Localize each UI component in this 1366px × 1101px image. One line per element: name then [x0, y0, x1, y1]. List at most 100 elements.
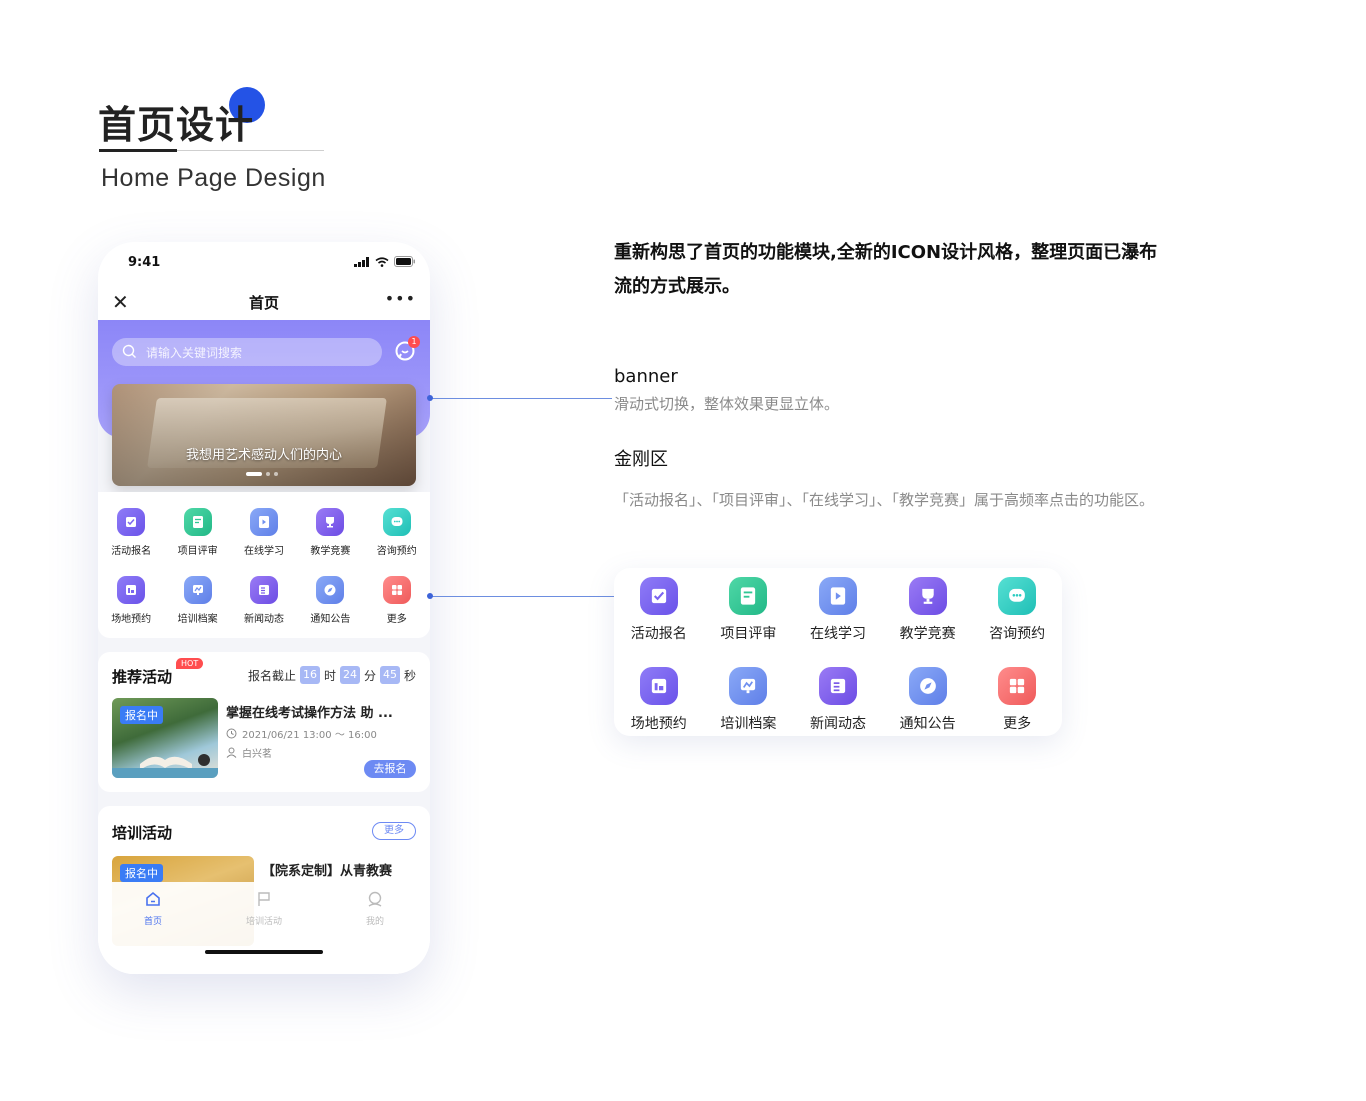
big-item-label: 项目评审 — [720, 626, 777, 642]
status-badge: 报名中 — [120, 706, 163, 724]
big-item-label: 咨询预约 — [989, 626, 1046, 642]
tab-label: 我的 — [365, 917, 384, 927]
grid-item-activity-signup[interactable]: 活动报名 — [98, 508, 164, 557]
banner-dot[interactable] — [266, 472, 270, 476]
grid-row-1: 活动报名 项目评审 在线学习 教学竞赛 咨询预约 — [98, 508, 430, 557]
training-title: 培训活动 — [112, 824, 173, 842]
search-placeholder: 请输入关键词搜索 — [146, 346, 243, 360]
banner-carousel[interactable]: 我想用艺术感动人们的内心 — [112, 384, 416, 486]
big-item-activity-signup[interactable]: 活动报名 — [614, 577, 704, 643]
status-time: 9:41 — [128, 255, 161, 270]
grid-item-venue-booking[interactable]: 场地预约 — [98, 576, 164, 625]
title-divider — [177, 150, 324, 151]
activity-author: 白兴茗 — [226, 745, 272, 760]
big-item-training-archive[interactable]: 培训档案 — [704, 667, 794, 733]
grid-item-label: 培训档案 — [177, 614, 218, 625]
grid-item-news[interactable]: 新闻动态 — [231, 576, 297, 625]
flag-outline-icon — [258, 892, 270, 906]
big-item-more[interactable]: 更多 — [972, 667, 1062, 733]
status-badge: 报名中 — [120, 864, 163, 882]
grid-item-label: 新闻动态 — [243, 614, 284, 625]
big-item-label: 活动报名 — [630, 626, 687, 642]
compass-icon — [316, 576, 345, 604]
big-item-teaching-contest[interactable]: 教学竞赛 — [883, 577, 973, 643]
banner-connector-line — [430, 398, 612, 399]
banner-dot-active[interactable] — [246, 472, 262, 476]
big-item-label: 更多 — [1003, 716, 1032, 732]
grid-item-teaching-contest[interactable]: 教学竞赛 — [297, 508, 363, 557]
grid-item-consult-booking[interactable]: 咨询预约 — [364, 508, 430, 557]
kingkong-grid: 活动报名 项目评审 在线学习 教学竞赛 咨询预约 场地预约 培训档案 新闻动态 … — [98, 492, 430, 638]
grid-row-2: 场地预约 培训档案 新闻动态 通知公告 更多 — [98, 576, 430, 625]
grid-item-label: 在线学习 — [243, 546, 284, 557]
wifi-icon — [375, 256, 389, 267]
big-item-consult-booking[interactable]: 咨询预约 — [972, 577, 1062, 643]
banner-connector-dot — [427, 395, 433, 401]
venue-icon — [639, 667, 678, 705]
more-grid-icon — [382, 576, 411, 604]
grid-item-more[interactable]: 更多 — [364, 576, 430, 625]
nav-title: 首页 — [248, 294, 279, 312]
big-item-notice[interactable]: 通知公告 — [883, 667, 973, 733]
training-item-title[interactable]: 【院系定制】从青教赛 — [262, 860, 392, 879]
title-underline — [99, 149, 177, 152]
search-input[interactable]: 请输入关键词搜索 — [112, 338, 382, 366]
signal-icon — [354, 256, 369, 267]
grid-item-label: 教学竞赛 — [310, 546, 351, 557]
more-icon[interactable]: ••• — [385, 289, 416, 308]
status-icons — [354, 256, 416, 267]
chat-icon — [382, 508, 411, 536]
venue-icon — [117, 576, 146, 604]
activity-thumbnail[interactable]: 报名中 — [112, 698, 218, 778]
big-item-label: 新闻动态 — [809, 716, 866, 732]
page-subtitle: Home Page Design — [101, 164, 326, 192]
grid-connector-dot — [427, 593, 433, 599]
chart-board-icon — [729, 667, 768, 705]
home-icon — [146, 891, 160, 906]
countdown-seconds: 45 — [379, 666, 400, 684]
signup-button[interactable]: 去报名 — [364, 760, 416, 778]
recommend-title: 推荐活动 — [112, 668, 173, 686]
banner-label: banner — [614, 366, 678, 387]
page-title: 首页设计 — [98, 103, 255, 147]
grid-item-notice[interactable]: 通知公告 — [297, 576, 363, 625]
seconds-unit: 秒 — [403, 668, 416, 683]
hours-unit: 时 — [323, 668, 336, 683]
countdown-hours: 16 — [299, 666, 320, 684]
more-button[interactable]: 更多 — [372, 822, 416, 840]
activity-title[interactable]: 掌握在线考试操作方法 助 ... — [226, 702, 414, 721]
document-check-icon — [729, 577, 768, 615]
nav-bar: ✕ 首页 ••• — [98, 286, 430, 320]
grid-item-training-archive[interactable]: 培训档案 — [164, 576, 230, 625]
big-item-label: 培训档案 — [720, 716, 777, 732]
banner-pagination — [246, 472, 278, 476]
big-item-news[interactable]: 新闻动态 — [793, 667, 883, 733]
trophy-icon — [316, 508, 345, 536]
tab-training[interactable]: 培训活动 — [234, 890, 294, 927]
tab-label: 首页 — [143, 917, 162, 927]
phone-mockup: 9:41 ✕ 首页 ••• 请输入关键词搜索 1 我想用艺术感动人们的内心 活动… — [98, 242, 430, 974]
clock-icon — [226, 728, 237, 739]
tab-mine[interactable]: 我的 — [345, 890, 405, 927]
kingkong-label: 金刚区 — [614, 449, 668, 470]
grid-item-label: 项目评审 — [177, 546, 218, 557]
kingkong-description: 「活动报名」、「项目评审」、「在线学习」、「教学竞赛」属于高频率点击的功能区。 — [614, 491, 1155, 509]
tab-label: 培训活动 — [245, 917, 282, 927]
recommend-card: 推荐活动 HOT 报名截止 16 时 24 分 45 秒 报名中 掌握在线考试操… — [98, 652, 430, 792]
grid-item-online-learning[interactable]: 在线学习 — [231, 508, 297, 557]
countdown: 报名截止 16 时 24 分 45 秒 — [248, 666, 416, 684]
big-item-project-review[interactable]: 项目评审 — [704, 577, 794, 643]
grid-item-label: 活动报名 — [111, 546, 152, 557]
grid-item-label: 通知公告 — [310, 614, 351, 625]
search-icon — [122, 344, 136, 358]
banner-dot[interactable] — [274, 472, 278, 476]
tab-home[interactable]: 首页 — [123, 890, 183, 927]
countdown-minutes: 24 — [339, 666, 360, 684]
big-item-label: 场地预约 — [630, 716, 687, 732]
user-icon — [368, 891, 382, 907]
big-item-venue-booking[interactable]: 场地预约 — [614, 667, 704, 733]
flag-icon — [117, 508, 146, 536]
grid-item-project-review[interactable]: 项目评审 — [164, 508, 230, 557]
big-item-online-learning[interactable]: 在线学习 — [793, 577, 883, 643]
battery-icon — [394, 256, 415, 267]
